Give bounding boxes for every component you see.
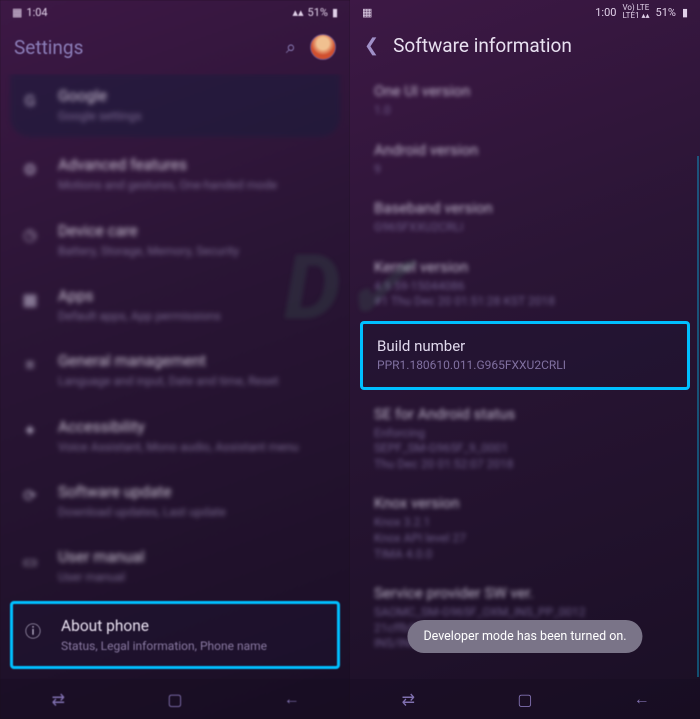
item-subtitle: Voice Assistant, Mono audio, Assistant m… xyxy=(58,439,332,455)
info-title: Kernel version xyxy=(374,258,676,276)
info-item[interactable]: One UI version 1.0 xyxy=(360,71,690,130)
info-title: Service provider SW ver. xyxy=(374,584,676,602)
item-icon: ≡ xyxy=(18,353,42,377)
item-subtitle: Google settings xyxy=(58,108,332,124)
settings-item-about-phone[interactable]: ⓘ About phone Status, Legal information, P… xyxy=(10,601,340,669)
status-bar: ▦ 1:00 Vo) LTELTE1 ▴▴ 51% ▮ xyxy=(350,0,700,24)
item-icon: ⚙ xyxy=(18,157,42,181)
info-value: 4.9.59-15044086#1 Thu Dec 20 01:51:28 KS… xyxy=(374,279,676,310)
settings-item[interactable]: ✦ Accessibility Voice Assistant, Mono audi… xyxy=(10,405,340,468)
software-info-header: ❮ Software information xyxy=(350,24,700,71)
item-title: Advanced features xyxy=(58,155,332,175)
item-title: About phone xyxy=(61,616,329,636)
nav-back[interactable]: ← xyxy=(277,689,307,709)
settings-item[interactable]: ≡ General management Language and input, D… xyxy=(10,339,340,402)
nav-recent[interactable]: ⇄ xyxy=(43,690,73,709)
info-value: EnforcingSEPF_SM-G965F_9_0001Thu Dec 20 … xyxy=(374,426,676,473)
info-value: 9 xyxy=(374,162,676,178)
info-value: 1.0 xyxy=(374,103,676,119)
settings-header: Settings ⌕ xyxy=(0,24,350,74)
settings-item[interactable]: ◷ Device care Battery, Storage, Memory, Se… xyxy=(10,209,340,272)
signal-icon: ▴▴ xyxy=(292,6,303,19)
nav-bar: ⇄ ▢ ← xyxy=(0,679,350,719)
info-item[interactable]: Baseband version G965FXXU2CRLI xyxy=(360,188,690,247)
nav-recent[interactable]: ⇄ xyxy=(393,690,423,709)
info-item[interactable]: Knox version Knox 3.2.1Knox API level 27T… xyxy=(360,483,690,573)
software-info-screen: ▦ 1:00 Vo) LTELTE1 ▴▴ 51% ▮ ❮ Software i… xyxy=(350,0,700,719)
battery-text: 51% xyxy=(656,6,676,19)
info-title: SE for Android status xyxy=(374,405,676,423)
nav-bar: ⇄ ▢ ← xyxy=(350,679,700,719)
settings-item[interactable]: ⚙ Advanced features Motions and gestures, … xyxy=(10,143,340,206)
item-title: User manual xyxy=(58,547,332,567)
settings-item[interactable]: ▦ Apps Default apps, App permissions xyxy=(10,274,340,337)
battery-text: 51% xyxy=(308,6,328,19)
item-icon: ⟳ xyxy=(18,484,42,508)
settings-list[interactable]: G Google Google settings ⚙ Advanced features… xyxy=(0,74,350,719)
info-title: Build number xyxy=(377,337,673,355)
item-icon: ▭ xyxy=(18,549,42,573)
back-icon[interactable]: ❮ xyxy=(364,35,379,56)
settings-item[interactable]: ⟳ Software update Download updates, Last u… xyxy=(10,470,340,533)
item-subtitle: Status, Legal information, Phone name xyxy=(61,638,329,654)
item-icon: ◷ xyxy=(18,223,42,247)
item-title: Apps xyxy=(58,286,332,306)
settings-screen: ▦ 1:04 ▴▴ 51% ▮ Settings ⌕ G Google Google se… xyxy=(0,0,350,719)
item-title: Google xyxy=(58,86,332,106)
nav-back[interactable]: ← xyxy=(627,689,657,709)
item-subtitle: Download updates, Last update xyxy=(58,504,332,520)
info-item[interactable]: SE for Android status EnforcingSEPF_SM-G9… xyxy=(360,394,690,484)
item-title: Device care xyxy=(58,221,332,241)
info-value: G965FXXU2CRLI xyxy=(374,220,676,236)
info-title: Knox version xyxy=(374,494,676,512)
status-time: 1:04 xyxy=(26,6,47,19)
item-subtitle: Motions and gestures, One-handed mode xyxy=(58,177,332,193)
avatar[interactable] xyxy=(310,34,336,60)
item-icon: G xyxy=(18,88,42,112)
info-title: One UI version xyxy=(374,82,676,100)
battery-icon: ▮ xyxy=(332,6,338,19)
item-icon: ✦ xyxy=(18,419,42,443)
page-title: Software information xyxy=(393,34,686,57)
page-title: Settings xyxy=(14,36,272,59)
settings-item[interactable]: G Google Google settings xyxy=(10,74,340,137)
info-item-build-number[interactable]: Build number PPR1.180610.011.G965FXXU2CRL… xyxy=(360,321,690,390)
gallery-icon: ▦ xyxy=(362,6,372,19)
battery-icon: ▮ xyxy=(682,6,688,19)
scroll-edge-indicator xyxy=(697,156,699,677)
search-icon[interactable]: ⌕ xyxy=(286,37,296,58)
info-title: Android version xyxy=(374,141,676,159)
nav-home[interactable]: ▢ xyxy=(510,690,540,709)
item-subtitle: Language and input, Date and time, Reset xyxy=(58,373,332,389)
item-icon: ▦ xyxy=(18,288,42,312)
item-subtitle: User manual xyxy=(58,569,332,585)
info-item[interactable]: Kernel version 4.9.59-15044086#1 Thu Dec … xyxy=(360,247,690,321)
status-bar: ▦ 1:04 ▴▴ 51% ▮ xyxy=(0,0,350,24)
settings-item[interactable]: ▭ User manual User manual xyxy=(10,535,340,598)
info-item[interactable]: Android version 9 xyxy=(360,130,690,189)
item-subtitle: Default apps, App permissions xyxy=(58,308,332,324)
nav-home[interactable]: ▢ xyxy=(160,690,190,709)
network-icon: Vo) LTELTE1 ▴▴ xyxy=(622,4,649,20)
info-value: PPR1.180610.011.G965FXXU2CRLI xyxy=(377,358,673,374)
status-time: 1:00 xyxy=(595,6,616,19)
info-title: Baseband version xyxy=(374,199,676,217)
item-title: General management xyxy=(58,351,332,371)
gallery-icon: ▦ xyxy=(12,6,22,19)
info-value: Knox 3.2.1Knox API level 27TIMA 4.0.0 xyxy=(374,515,676,562)
item-icon: ⓘ xyxy=(21,618,45,642)
item-subtitle: Battery, Storage, Memory, Security xyxy=(58,243,332,259)
toast-message: Developer mode has been turned on. xyxy=(407,620,642,653)
item-title: Software update xyxy=(58,482,332,502)
item-title: Accessibility xyxy=(58,417,332,437)
